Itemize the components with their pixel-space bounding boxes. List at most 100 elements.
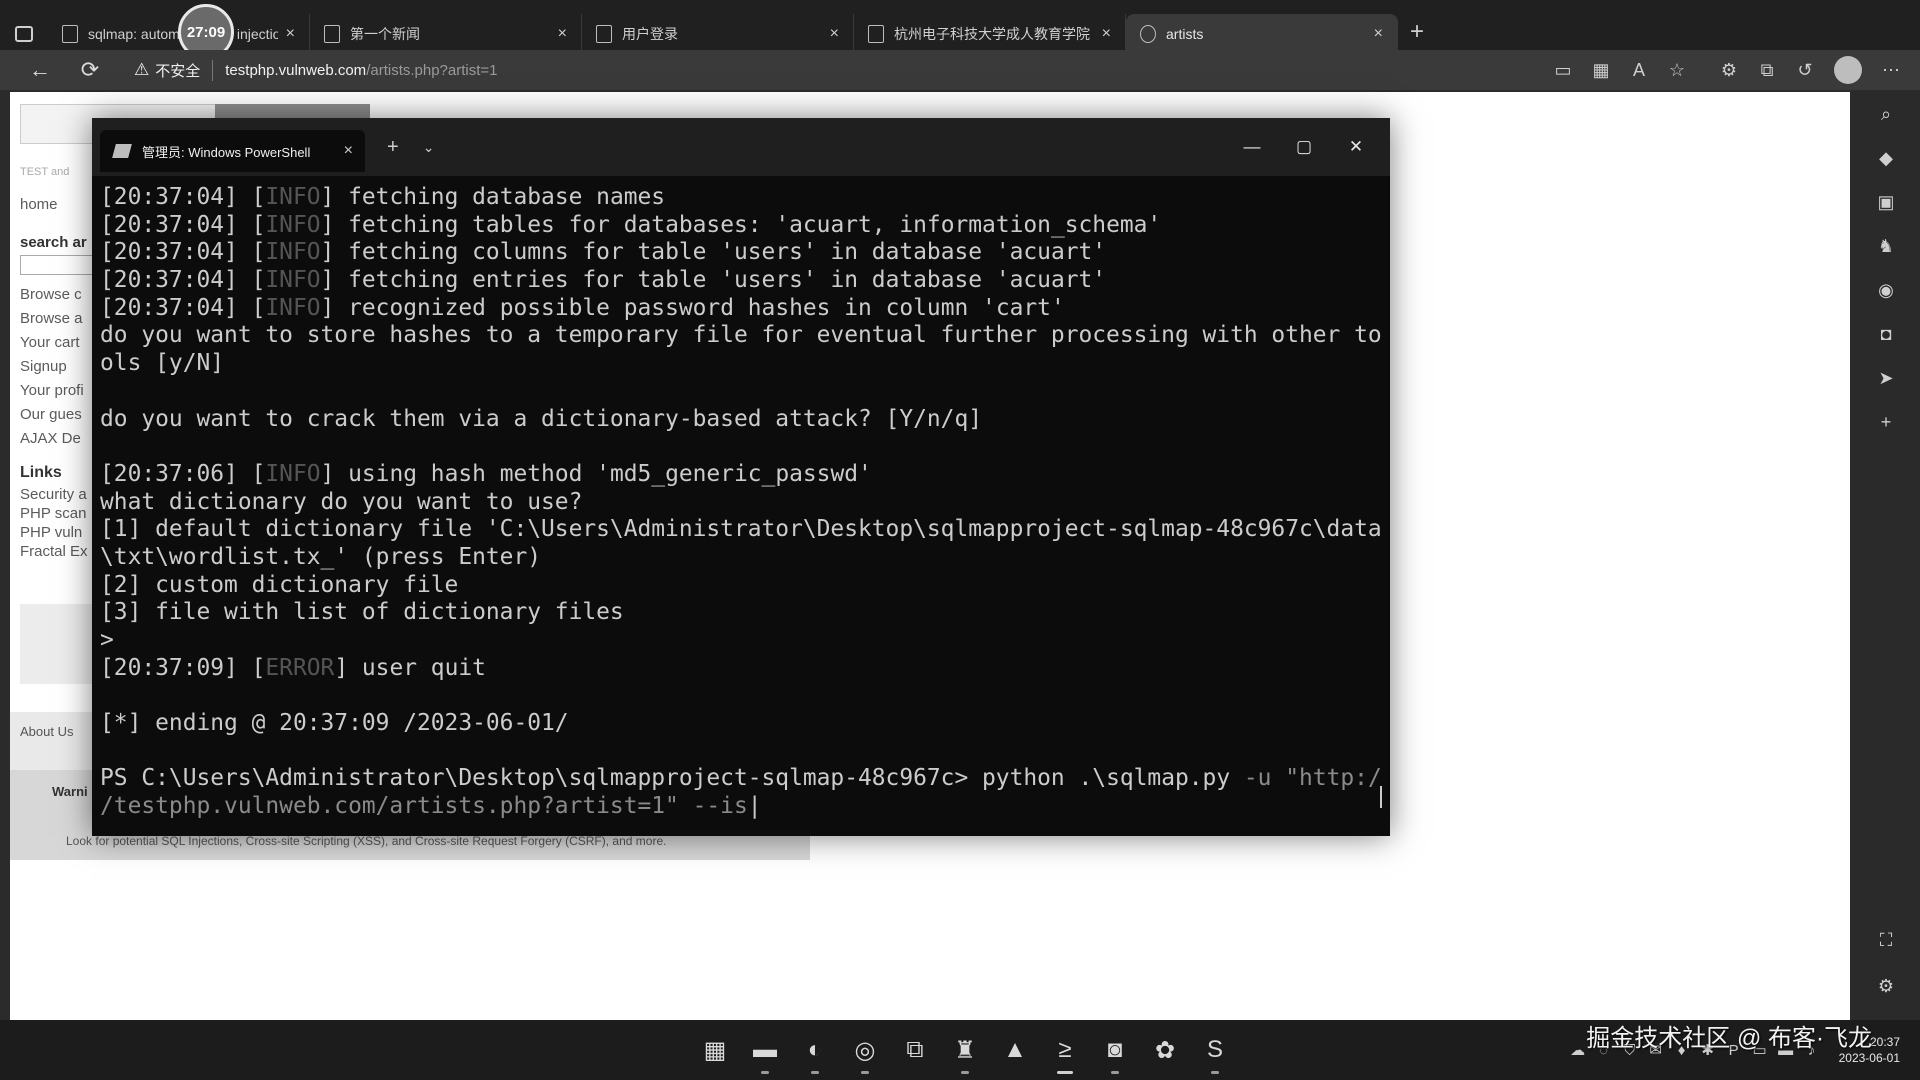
tab-close-icon[interactable]: × [1102,25,1111,43]
external-link[interactable]: PHP scan [20,505,86,522]
url-field[interactable]: ⚠ 不安全 testphp.vulnweb.com/artists.php?ar… [124,54,1404,86]
terminal-icon[interactable]: ≥ [1045,1030,1085,1074]
terminal-prompt-line: PS C:\Users\Administrator\Desktop\sqlmap… [100,765,1382,793]
terminal-input-line[interactable]: /testphp.vulnweb.com/artists.php?artist=… [100,793,1382,821]
powershell-icon [112,144,132,158]
warning-text: Look for potential SQL Injections, Cross… [66,834,667,848]
refresh-icon[interactable]: ⟳ [70,50,110,90]
virtual-machine-icon[interactable]: ⧉ [895,1030,935,1070]
new-terminal-tab-button[interactable]: + [387,136,399,159]
start-menu-icon[interactable]: ▦ [695,1030,735,1070]
browser-tab[interactable]: 第一个新闻 × [310,14,582,54]
menu-link[interactable]: Signup [20,358,67,375]
terminal-line: [20:37:04] [INFO] fetching tables for da… [100,212,1382,240]
screenshot-icon[interactable]: ⛶ [1852,918,1920,962]
browser-tab-title: 杭州电子科技大学成人教育学院 [894,26,1090,42]
page-icon [596,25,612,43]
url-domain: testphp.vulnweb.com [225,61,367,79]
terminal-line: [3] file with list of dictionary files [100,599,624,626]
terminal-title-bar: 管理员: Windows PowerShell × + ⌄ — ▢ ✕ [92,118,1390,176]
edge-browser-icon[interactable]: ◐ [795,1030,835,1074]
page-image-placeholder [20,604,100,684]
log-timestamp: [20:37:04] [ [100,239,266,266]
menu-link[interactable]: Our gues [20,406,82,423]
command-script: .\sqlmap.py [1064,765,1244,792]
collections-icon[interactable]: ⧉ [1748,51,1786,89]
log-level: INFO [265,184,321,210]
terminal-line: do you want to store hashes to a tempora… [100,322,1382,349]
menu-link[interactable]: AJAX De [20,430,81,447]
close-window-button[interactable]: ✕ [1330,125,1382,169]
about-us-link[interactable]: About Us [20,724,73,739]
browser-tab-active[interactable]: artists × [1126,14,1398,54]
menu-link[interactable]: Your cart [20,334,79,351]
log-message: ] fetching columns for table 'users' in … [320,239,1107,266]
log-timestamp: [20:37:04] [ [100,267,266,294]
games-icon[interactable]: ♞ [1852,224,1920,268]
browser-tab-title: artists [1166,26,1204,42]
photos-icon[interactable]: ▲ [995,1030,1035,1070]
send-icon[interactable]: ➤ [1852,356,1920,400]
tab-close-icon[interactable]: × [1374,25,1383,43]
read-aloud-icon[interactable]: A [1620,51,1658,89]
log-message: ] fetching tables for databases: 'acuart… [320,211,1162,238]
log-timestamp: [20:37:04] [ [100,211,266,238]
tab-close-icon[interactable]: × [558,25,567,43]
terminal-output[interactable]: [20:37:04] [INFO] fetching database name… [92,176,1390,821]
app-available-icon[interactable]: ▭ [1544,51,1582,89]
chrome-browser-icon[interactable]: ◎ [845,1030,885,1074]
file-explorer-icon[interactable]: ▬ [745,1030,785,1074]
close-icon[interactable]: × [344,142,353,160]
history-icon[interactable]: ↺ [1786,51,1824,89]
new-tab-button[interactable]: + [1410,18,1424,46]
terminal-line: [2] custom dictionary file [100,571,459,598]
terminal-scrollbar[interactable] [1380,786,1382,808]
minimize-button[interactable]: — [1226,125,1278,169]
extensions-icon[interactable]: ⚙ [1710,51,1748,89]
log-level: INFO [265,211,321,238]
menu-link[interactable]: Your profi [20,382,84,399]
terminal-line: [20:37:04] [INFO] fetching columns for t… [100,239,1382,267]
browser-tab[interactable]: 用户登录 × [582,14,854,54]
terminal-line: do you want to crack them via a dictiona… [100,405,983,432]
office-icon[interactable]: ◉ [1852,268,1920,312]
tab-close-icon[interactable]: × [830,25,839,43]
search-input[interactable] [20,255,100,275]
terminal-tab[interactable]: 管理员: Windows PowerShell × [100,130,365,172]
back-arrow-icon[interactable]: ← [20,50,60,90]
menu-link[interactable]: Browse a [20,310,83,327]
tab-close-icon[interactable]: × [286,25,295,43]
external-link[interactable]: PHP vuln [20,524,82,541]
external-link[interactable]: Security a [20,486,87,503]
favorite-star-icon[interactable]: ☆ [1658,51,1696,89]
settings-gear-icon[interactable]: ⚙ [1852,964,1920,1008]
search-icon[interactable]: ⌕ [1852,92,1920,136]
page-icon [62,25,78,43]
browser-tab[interactable]: 杭州电子科技大学成人教育学院 × [854,14,1126,54]
log-level: INFO [265,267,321,294]
recorder-app-icon[interactable]: ◙ [1095,1030,1135,1074]
outlook-icon[interactable]: ◘ [1852,312,1920,356]
external-link[interactable]: Fractal Ex [20,543,88,560]
profile-avatar[interactable] [1834,56,1862,84]
bird-app-icon[interactable]: ✿ [1145,1030,1185,1070]
more-menu-icon[interactable]: ⋯ [1872,51,1910,89]
maximize-button[interactable]: ▢ [1278,125,1330,169]
tab-actions-button[interactable] [0,14,48,54]
command-argument: /testphp.vulnweb.com/artists.php?artist=… [100,793,748,820]
site-favicon-icon [1140,25,1156,43]
tool-app-icon[interactable]: ♜ [945,1030,985,1074]
sublime-text-icon[interactable]: S [1195,1030,1235,1074]
links-heading: Links [20,464,62,481]
nav-home-link[interactable]: home [20,196,58,213]
terminal-line: [20:37:06] [INFO] using hash method 'md5… [100,461,1382,489]
briefcase-icon[interactable]: ▣ [1852,180,1920,224]
chevron-down-icon[interactable]: ⌄ [423,139,435,156]
tag-icon[interactable]: ◆ [1852,136,1920,180]
menu-link[interactable]: Browse c [20,286,82,303]
add-icon[interactable]: + [1852,400,1920,444]
apps-grid-icon[interactable]: ▦ [1582,51,1620,89]
